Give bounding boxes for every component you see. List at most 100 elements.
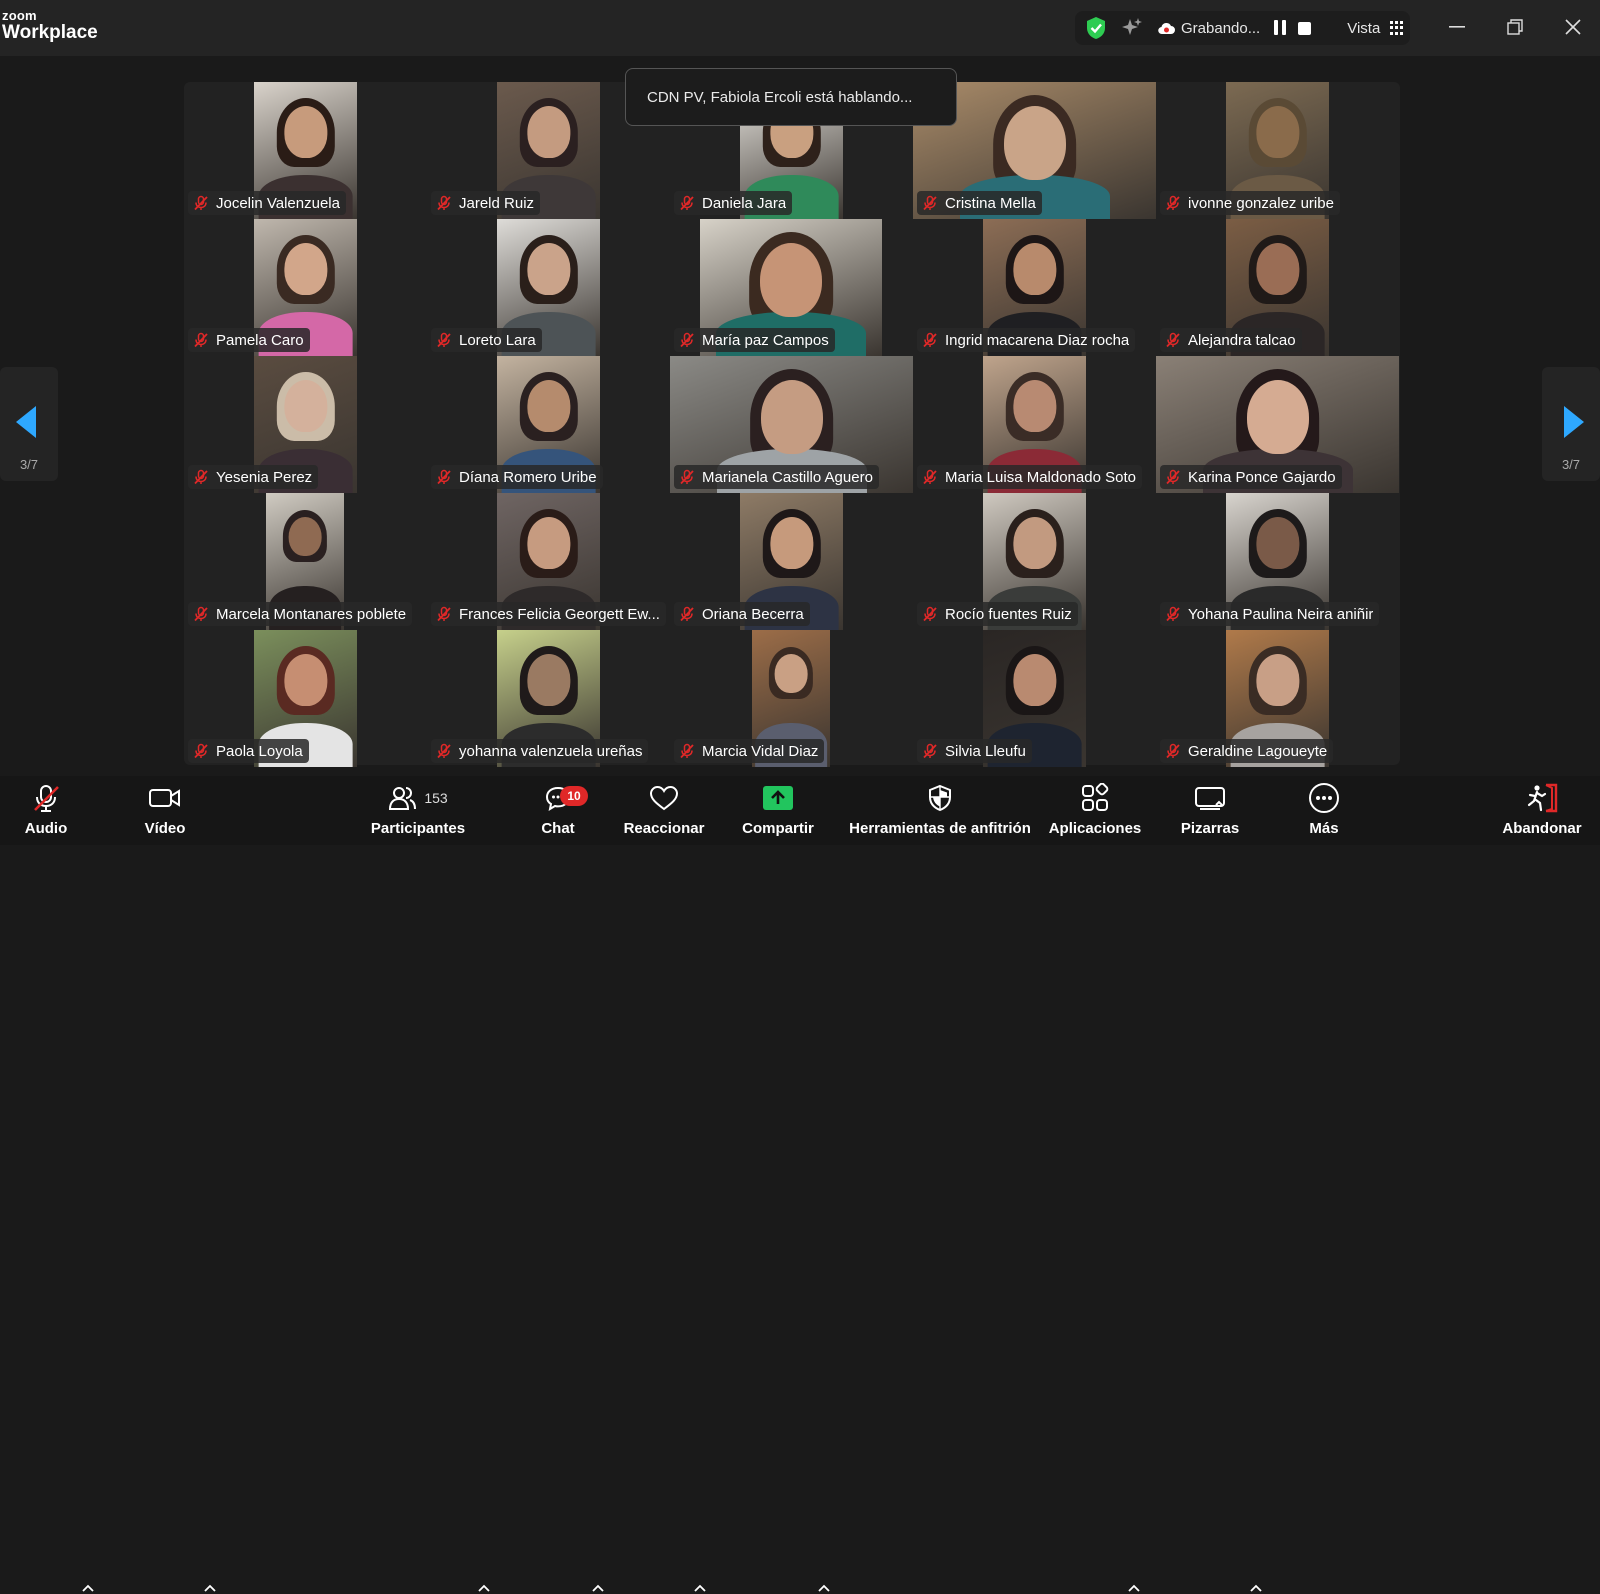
host-tools-button[interactable]: Herramientas de anfitrión bbox=[848, 776, 1032, 845]
next-page-button[interactable]: 3/7 bbox=[1542, 367, 1600, 481]
restore-button[interactable] bbox=[1500, 14, 1530, 40]
participant-name: Marcia Vidal Diaz bbox=[702, 742, 819, 760]
participant-name-tag: Alejandra talcao bbox=[1160, 328, 1302, 352]
participant-tile[interactable]: Karina Ponce Gajardo bbox=[1156, 356, 1399, 493]
participant-name-tag: Yohana Paulina Neira aniñir bbox=[1160, 602, 1380, 626]
video-button[interactable]: Vídeo bbox=[139, 776, 191, 845]
muted-mic-icon bbox=[923, 606, 937, 622]
participant-tile[interactable]: yohanna valenzuela ureñas bbox=[427, 630, 670, 767]
react-button[interactable]: Reaccionar bbox=[624, 776, 704, 845]
participant-tile[interactable]: Oriana Becerra bbox=[670, 493, 913, 630]
muted-mic-icon bbox=[194, 195, 208, 211]
pause-recording-button[interactable] bbox=[1274, 20, 1288, 36]
participant-name: Silvia Lleufu bbox=[945, 742, 1026, 760]
muted-mic-icon bbox=[437, 743, 451, 759]
participant-tile[interactable]: Díana Romero Uribe bbox=[427, 356, 670, 493]
ai-companion-icon[interactable] bbox=[1121, 17, 1143, 39]
more-button[interactable]: Más bbox=[1302, 776, 1346, 845]
participant-name: Loreto Lara bbox=[459, 331, 536, 349]
participant-name: Maria Luisa Maldonado Soto bbox=[945, 468, 1136, 486]
whiteboards-button[interactable]: Pizarras bbox=[1178, 776, 1242, 845]
zoom-logo: zoom Workplace bbox=[2, 8, 98, 43]
video-options-caret-icon[interactable] bbox=[204, 1584, 216, 1594]
muted-mic-icon bbox=[437, 606, 451, 622]
muted-mic-icon bbox=[194, 469, 208, 485]
muted-mic-icon bbox=[680, 332, 694, 348]
leave-button[interactable]: Abandonar bbox=[1500, 776, 1584, 845]
share-button[interactable]: Compartir bbox=[740, 776, 816, 845]
previous-page-button[interactable]: 3/7 bbox=[0, 367, 58, 481]
audio-options-caret-icon[interactable] bbox=[82, 1584, 94, 1594]
participant-name-tag: Geraldine Lagoueyte bbox=[1160, 739, 1334, 763]
apps-label: Aplicaciones bbox=[1048, 820, 1142, 837]
muted-mic-icon bbox=[437, 195, 451, 211]
participant-tile[interactable]: Alejandra talcao bbox=[1156, 219, 1399, 356]
apps-options-caret-icon[interactable] bbox=[1128, 1584, 1140, 1594]
page-indicator-right: 3/7 bbox=[1561, 457, 1581, 472]
chat-options-caret-icon[interactable] bbox=[592, 1584, 604, 1594]
camera-icon bbox=[149, 789, 180, 807]
participant-tile[interactable]: Marianela Castillo Aguero bbox=[670, 356, 913, 493]
view-button[interactable]: Vista bbox=[1347, 20, 1404, 37]
participant-tile[interactable]: Yohana Paulina Neira aniñir bbox=[1156, 493, 1399, 630]
muted-mic-icon bbox=[923, 195, 937, 211]
participant-name-tag: Paola Loyola bbox=[188, 739, 309, 763]
audio-label: Audio bbox=[24, 820, 68, 837]
muted-mic-icon bbox=[923, 743, 937, 759]
cloud-recording-icon bbox=[1158, 22, 1175, 35]
view-label: Vista bbox=[1347, 19, 1381, 37]
meeting-status-bar: Grabando... Vista bbox=[1075, 11, 1410, 45]
chat-unread-badge: 10 bbox=[560, 786, 588, 806]
muted-mic-icon bbox=[437, 469, 451, 485]
participant-tile[interactable]: Yesenia Perez bbox=[184, 356, 427, 493]
whiteboards-options-caret-icon[interactable] bbox=[1250, 1584, 1262, 1594]
participant-tile[interactable]: Ingrid macarena Diaz rocha bbox=[913, 219, 1156, 356]
participant-name: María paz Campos bbox=[702, 331, 829, 349]
participant-name-tag: Rocío fuentes Ruiz bbox=[917, 602, 1078, 626]
participant-name-tag: Oriana Becerra bbox=[674, 602, 810, 626]
participant-name: Jareld Ruiz bbox=[459, 194, 535, 212]
encryption-shield-icon[interactable] bbox=[1085, 16, 1107, 40]
participant-tile[interactable]: Jocelin Valenzuela bbox=[184, 82, 427, 219]
recording-status[interactable]: Grabando... bbox=[1157, 20, 1260, 37]
participant-tile[interactable]: María paz Campos bbox=[670, 219, 913, 356]
restore-icon bbox=[1507, 19, 1523, 35]
participant-tile[interactable]: Loreto Lara bbox=[427, 219, 670, 356]
apps-icon bbox=[1082, 783, 1109, 811]
participant-tile[interactable]: Pamela Caro bbox=[184, 219, 427, 356]
participant-tile[interactable]: Marcia Vidal Diaz bbox=[670, 630, 913, 767]
participant-name: Paola Loyola bbox=[216, 742, 303, 760]
participant-name-tag: María paz Campos bbox=[674, 328, 835, 352]
apps-button[interactable]: Aplicaciones bbox=[1048, 776, 1142, 845]
chat-button[interactable]: 10 Chat bbox=[538, 776, 588, 845]
participant-name-tag: Díana Romero Uribe bbox=[431, 465, 603, 489]
audio-button[interactable]: Audio bbox=[20, 776, 72, 845]
participants-options-caret-icon[interactable] bbox=[478, 1584, 490, 1594]
participant-tile[interactable]: Silvia Lleufu bbox=[913, 630, 1156, 767]
participant-name: ivonne gonzalez uribe bbox=[1188, 194, 1334, 212]
close-icon bbox=[1565, 19, 1581, 35]
participant-name-tag: yohanna valenzuela ureñas bbox=[431, 739, 649, 763]
close-button[interactable] bbox=[1558, 14, 1588, 40]
react-options-caret-icon[interactable] bbox=[694, 1584, 706, 1594]
muted-mic-icon bbox=[923, 469, 937, 485]
muted-mic-icon bbox=[680, 743, 694, 759]
stop-recording-button[interactable] bbox=[1298, 21, 1312, 35]
muted-mic-icon bbox=[194, 332, 208, 348]
participant-tile[interactable]: Marcela Montanares poblete bbox=[184, 493, 427, 630]
muted-mic-icon bbox=[1166, 606, 1180, 622]
participant-tile[interactable]: Maria Luisa Maldonado Soto bbox=[913, 356, 1156, 493]
muted-mic-icon bbox=[680, 469, 694, 485]
participant-tile[interactable]: Frances Felicia Georgett Ew... bbox=[427, 493, 670, 630]
participant-tile[interactable]: Rocío fuentes Ruiz bbox=[913, 493, 1156, 630]
participants-button[interactable]: 153 Participantes bbox=[370, 776, 466, 845]
participant-tile[interactable]: Geraldine Lagoueyte bbox=[1156, 630, 1399, 767]
participant-name-tag: Jareld Ruiz bbox=[431, 191, 541, 215]
share-options-caret-icon[interactable] bbox=[818, 1584, 830, 1594]
participant-name-tag: Yesenia Perez bbox=[188, 465, 319, 489]
participant-tile[interactable]: ivonne gonzalez uribe bbox=[1156, 82, 1399, 219]
participant-tile[interactable]: Paola Loyola bbox=[184, 630, 427, 767]
participant-name: Pamela Caro bbox=[216, 331, 304, 349]
participant-name-tag: Frances Felicia Georgett Ew... bbox=[431, 602, 666, 626]
minimize-button[interactable] bbox=[1442, 14, 1472, 40]
